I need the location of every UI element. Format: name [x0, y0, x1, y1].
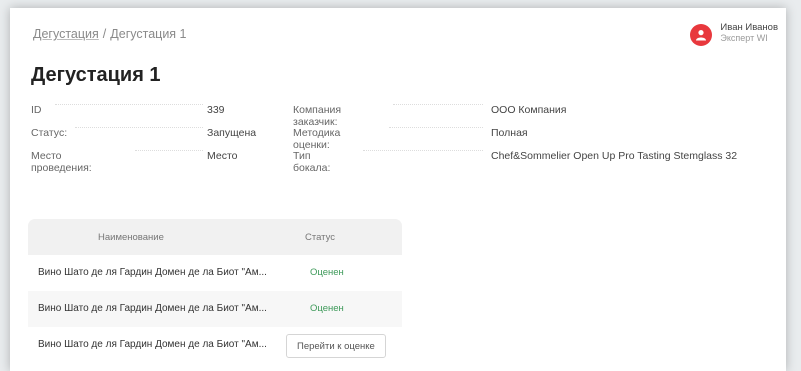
breadcrumb-separator: / [102, 27, 107, 41]
divider [75, 127, 203, 128]
breadcrumb-current: Дегустация 1 [110, 27, 187, 41]
divider [135, 150, 203, 151]
table-row[interactable]: Вино Шато де ля Гардин Домен де ла Биот … [28, 327, 402, 363]
go-to-rating-button[interactable]: Перейти к оценке [286, 334, 386, 358]
bottom-fade [10, 361, 786, 371]
wine-name: Вино Шато де ля Гардин Домен де ла Биот … [38, 339, 267, 350]
divider [393, 104, 483, 105]
field-value: 339 [207, 104, 225, 116]
divider [389, 127, 483, 128]
table-row[interactable]: Вино Шато де ля Гардин Домен де ла Биот … [28, 291, 402, 327]
field-value: Chef&Sommelier Open Up Pro Tasting Stemg… [491, 150, 738, 162]
field-label: Тип бокала: [293, 150, 331, 174]
table-row[interactable]: Вино Шато де ля Гардин Домен де ла Биот … [28, 255, 402, 291]
breadcrumb: Дегустация / Дегустация 1 [33, 27, 187, 41]
status-badge: Оценен [310, 303, 344, 314]
user-role: Эксперт WI [720, 33, 768, 43]
user-icon [696, 30, 707, 41]
avatar[interactable] [690, 24, 713, 46]
field-label: Статус: [31, 127, 68, 139]
status-badge: Оценен [310, 267, 344, 278]
column-header-name: Наименование [98, 232, 164, 243]
wine-name: Вино Шато де ля Гардин Домен де ла Биот … [38, 267, 267, 278]
user-name: Иван Иванов [720, 22, 778, 33]
field-value: Место [207, 150, 238, 162]
field-value: Полная [491, 127, 528, 139]
page-title: Дегустация 1 [31, 64, 161, 86]
field-value: ООО Компания [491, 104, 567, 116]
wines-table: Наименование Статус Вино Шато де ля Гард… [28, 219, 402, 363]
breadcrumb-link-tasting[interactable]: Дегустация [33, 27, 99, 41]
user-menu[interactable]: Иван Иванов Эксперт WI [690, 22, 778, 46]
field-label: Компания заказчик: [293, 104, 342, 128]
field-label: Методика оценки: [293, 127, 341, 151]
main-panel: Дегустация / Дегустация 1 Иван Иванов Эксп… [10, 8, 786, 371]
column-header-status: Статус [305, 232, 336, 243]
field-label: Место проведения: [31, 150, 92, 174]
wine-name: Вино Шато де ля Гардин Домен де ла Биот … [38, 303, 267, 314]
field-label: ID [31, 104, 42, 116]
field-value: Запущена [207, 127, 257, 139]
divider [55, 104, 203, 105]
table-header: Наименование Статус [28, 219, 402, 255]
divider [363, 150, 483, 151]
